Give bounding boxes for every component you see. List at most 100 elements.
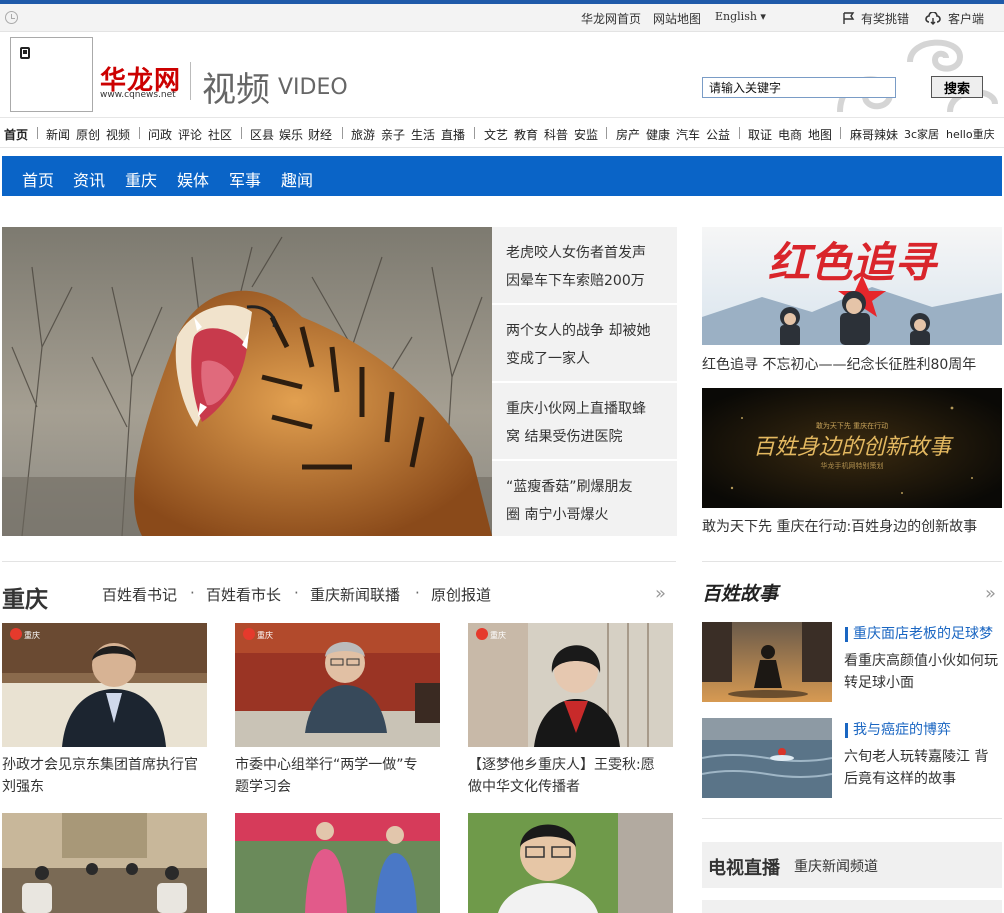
cat-evidence[interactable]: 取证 — [748, 126, 772, 143]
headline-line: 老虎咬人女伤者首发声 — [506, 245, 646, 261]
divider — [474, 127, 475, 139]
decorative-cloud-pattern — [837, 39, 998, 113]
feature-banner-red[interactable]: 红色追寻 — [702, 227, 1002, 345]
sitemap-link[interactable]: 网站地图 — [653, 10, 701, 27]
cq-link-secretary[interactable]: 百姓看书记 — [102, 584, 177, 605]
cat-video[interactable]: 视频 — [106, 126, 130, 143]
site-logo-box[interactable] — [10, 37, 93, 112]
client-link[interactable]: 客户端 — [948, 10, 984, 27]
hero-headline-4[interactable]: “蓝瘦香菇”刷爆朋友圈 南宁小哥爆火 — [492, 461, 677, 536]
cat-wenzheng[interactable]: 问政 — [148, 126, 172, 143]
subnav-military[interactable]: 军事 — [229, 167, 261, 191]
divider — [342, 127, 343, 139]
divider — [702, 818, 1002, 819]
caption-line: 【逐梦他乡重庆人】王雯秋:愿 — [468, 757, 655, 773]
cat-finance[interactable]: 财经 — [308, 126, 332, 143]
headline-line: 重庆小伙网上直播取蜂 — [506, 401, 646, 417]
cat-map[interactable]: 地图 — [808, 126, 832, 143]
subnav-news[interactable]: 资讯 — [73, 167, 105, 191]
language-link[interactable]: English ▾ — [715, 10, 766, 23]
feature-caption-1[interactable]: 红色追寻 不忘初心——纪念长征胜利80周年 — [702, 354, 976, 374]
cat-safety[interactable]: 安监 — [574, 126, 598, 143]
cat-auto[interactable]: 汽车 — [676, 126, 700, 143]
cat-3c-home[interactable]: 3c家居 — [904, 126, 939, 142]
cat-hello-cq[interactable]: hello重庆 — [946, 126, 995, 142]
hero-image[interactable] — [2, 227, 492, 536]
desc-line: 看重庆高颜值小伙如何玩 — [844, 653, 998, 669]
story-title-2[interactable]: 我与癌症的博弈 — [845, 723, 951, 738]
cq-caption-1[interactable]: 孙政才会见京东集团首席执行官 刘强东 — [2, 754, 207, 798]
cat-travel[interactable]: 旅游 — [351, 126, 375, 143]
divider — [190, 62, 191, 100]
headline-line: 圈 南宁小哥爆火 — [506, 507, 609, 523]
feature-caption-2[interactable]: 敢为天下先 重庆在行动:百姓身边的创新故事 — [702, 516, 977, 536]
cat-ecommerce[interactable]: 电商 — [778, 126, 802, 143]
cq-caption-3[interactable]: 【逐梦他乡重庆人】王雯秋:愿 做中华文化传播者 — [468, 754, 673, 798]
cat-district[interactable]: 区县 — [250, 126, 274, 143]
cat-health[interactable]: 健康 — [646, 126, 670, 143]
cq-thumb-1[interactable]: 重庆 — [2, 623, 207, 747]
cq-link-news[interactable]: 重庆新闻联播 — [310, 584, 400, 605]
language-label: English — [715, 10, 757, 23]
feature-banner-innovation[interactable]: 敢为天下先 重庆在行动 百姓身边的创新故事 华龙手机网特别策划 — [702, 388, 1002, 508]
subnav-chongqing[interactable]: 重庆 — [125, 167, 157, 191]
cq-thumb-6[interactable] — [468, 813, 673, 913]
cat-news[interactable]: 新闻 — [46, 126, 70, 143]
cat-realestate[interactable]: 房产 — [616, 126, 640, 143]
tv-live-title: 电视直播 — [708, 858, 780, 879]
subnav-home[interactable]: 首页 — [22, 167, 54, 191]
tv-live-bar: 电视直播 重庆新闻频道 — [702, 842, 1002, 888]
chevron-down-icon: ▾ — [760, 10, 766, 23]
site-header: 华龙网 www.cqnews.net 视频 VIDEO 搜索 — [0, 32, 1004, 117]
cat-family[interactable]: 亲子 — [381, 126, 405, 143]
cat-community[interactable]: 社区 — [208, 126, 232, 143]
cat-science[interactable]: 科普 — [544, 126, 568, 143]
cat-charity[interactable]: 公益 — [706, 126, 730, 143]
cq-thumb-4[interactable] — [2, 813, 207, 913]
story-thumb-2[interactable] — [702, 718, 832, 798]
cq-thumb-3[interactable]: 重庆 — [468, 623, 673, 747]
story-desc-2[interactable]: 六旬老人玩转嘉陵江 背后竟有这样的故事 — [844, 746, 1004, 790]
cat-edu[interactable]: 教育 — [514, 126, 538, 143]
cat-life[interactable]: 生活 — [411, 126, 435, 143]
subnav-ent-sports[interactable]: 娱体 — [177, 167, 209, 191]
separator-dot: · — [294, 584, 299, 602]
cq-caption-2[interactable]: 市委中心组举行“两学一做”专 题学习会 — [235, 754, 440, 798]
home-link[interactable]: 华龙网首页 — [581, 10, 641, 27]
award-link[interactable]: 有奖挑错 — [861, 10, 909, 27]
cat-comment[interactable]: 评论 — [178, 126, 202, 143]
story-thumb-1[interactable] — [702, 622, 832, 702]
cq-link-original[interactable]: 原创报道 — [431, 584, 491, 605]
story-title-1[interactable]: 重庆面店老板的足球梦 — [845, 627, 993, 642]
cat-ent[interactable]: 娱乐 — [279, 126, 303, 143]
headline-line: 变成了一家人 — [506, 351, 590, 367]
subnav-fun[interactable]: 趣闻 — [281, 167, 313, 191]
banner-title: 红色追寻 — [768, 238, 939, 287]
story-desc-1[interactable]: 看重庆高颜值小伙如何玩 转足球小面 — [844, 650, 1004, 694]
desc-line: 六旬老人玩转嘉陵江 背 — [844, 749, 989, 765]
hero-headline-1[interactable]: 老虎咬人女伤者首发声 因晕车下车索赔200万 — [492, 227, 677, 303]
cq-thumb-2[interactable]: 重庆 — [235, 623, 440, 747]
channel-title-en: VIDEO — [278, 75, 348, 100]
thumb-badge: 重庆 — [257, 630, 273, 640]
tv-player-area[interactable] — [702, 900, 1002, 913]
search-input[interactable] — [702, 77, 896, 98]
separator-dot: · — [415, 584, 420, 602]
divider — [139, 127, 140, 139]
channel-title: 视频 — [202, 70, 270, 110]
cat-mage[interactable]: 麻哥辣妹 — [850, 126, 898, 143]
headline-line: “蓝瘦香菇”刷爆朋友 — [506, 479, 633, 495]
cat-home[interactable]: 首页 — [4, 126, 28, 143]
tv-channel-link[interactable]: 重庆新闻频道 — [794, 856, 878, 876]
cq-thumb-5[interactable] — [235, 813, 440, 913]
more-chevron-icon[interactable]: » — [985, 583, 996, 604]
hero-headline-3[interactable]: 重庆小伙网上直播取蜂窝 结果受伤进医院 — [492, 383, 677, 459]
cat-original[interactable]: 原创 — [76, 126, 100, 143]
cat-arts[interactable]: 文艺 — [484, 126, 508, 143]
search-button[interactable]: 搜索 — [931, 76, 983, 98]
cat-live[interactable]: 直播 — [441, 126, 465, 143]
mobile-icon — [20, 47, 30, 59]
hero-headline-2[interactable]: 两个女人的战争 却被她 变成了一家人 — [492, 305, 677, 381]
cq-link-mayor[interactable]: 百姓看市长 — [206, 584, 281, 605]
more-chevron-icon[interactable]: » — [655, 583, 666, 604]
